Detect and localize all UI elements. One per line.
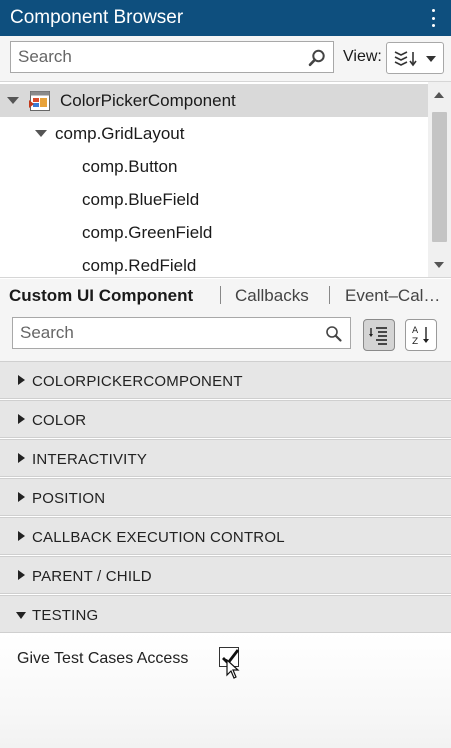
group-by-category-button[interactable] bbox=[363, 319, 395, 351]
kebab-icon[interactable] bbox=[431, 9, 435, 27]
app-component-icon bbox=[29, 91, 50, 111]
mouse-cursor-icon bbox=[226, 659, 240, 679]
expand-arrow-icon bbox=[18, 453, 25, 463]
section-testing[interactable]: TESTING bbox=[0, 595, 451, 633]
property-search-box[interactable] bbox=[12, 317, 351, 349]
give-test-cases-access-label: Give Test Cases Access bbox=[17, 650, 189, 667]
section-interactivity[interactable]: INTERACTIVITY bbox=[0, 439, 451, 477]
panel-title: Component Browser bbox=[10, 7, 184, 28]
section-label: TESTING bbox=[32, 607, 99, 624]
expand-triangle-icon[interactable] bbox=[35, 130, 47, 137]
property-search-input[interactable] bbox=[13, 318, 350, 348]
tree-item-greenfield[interactable]: comp.GreenField bbox=[0, 216, 428, 249]
expand-arrow-icon bbox=[18, 531, 25, 541]
tree-item-button[interactable]: comp.Button bbox=[0, 150, 428, 183]
svg-text:Z: Z bbox=[412, 337, 418, 346]
section-label: CALLBACK EXECUTION CONTROL bbox=[32, 529, 285, 546]
tree-item-label: comp.GridLayout bbox=[55, 124, 185, 143]
tree-item-colorpickercomponent[interactable]: ColorPickerComponent bbox=[0, 84, 428, 117]
tab-callbacks[interactable]: Callbacks bbox=[235, 286, 309, 306]
tree-item-label: ColorPickerComponent bbox=[60, 91, 236, 110]
tab-custom-ui-component[interactable]: Custom UI Component bbox=[9, 286, 193, 306]
view-label: View: bbox=[343, 48, 382, 65]
testing-section-content: Give Test Cases Access bbox=[0, 633, 451, 748]
scrollbar-thumb[interactable] bbox=[432, 112, 447, 242]
tree-item-label: comp.RedField bbox=[82, 256, 197, 275]
tab-event-callbacks[interactable]: Event–Cal… bbox=[345, 286, 440, 306]
tree-item-redfield[interactable]: comp.RedField bbox=[0, 249, 428, 277]
category-list-icon bbox=[369, 327, 387, 345]
tree-search-input[interactable] bbox=[11, 42, 333, 72]
section-callback-execution-control[interactable]: CALLBACK EXECUTION CONTROL bbox=[0, 517, 451, 555]
expand-arrow-icon bbox=[18, 375, 25, 385]
svg-text:A: A bbox=[412, 326, 419, 336]
tree-item-label: comp.BlueField bbox=[82, 190, 200, 209]
section-label: PARENT / CHILD bbox=[32, 568, 152, 585]
expand-arrow-icon bbox=[18, 570, 25, 580]
tree-scrollbar[interactable] bbox=[428, 82, 451, 277]
section-parent-child[interactable]: PARENT / CHILD bbox=[0, 556, 451, 594]
inspector-tabs: Custom UI Component Callbacks Event–Cal… bbox=[0, 279, 451, 311]
search-icon[interactable] bbox=[325, 325, 343, 343]
tree-item-bluefield[interactable]: comp.BlueField bbox=[0, 183, 428, 216]
section-colorpickercomponent[interactable]: COLORPICKERCOMPONENT bbox=[0, 361, 451, 399]
expand-arrow-icon bbox=[18, 492, 25, 502]
section-label: COLOR bbox=[32, 412, 87, 429]
panel-titlebar: Component Browser bbox=[0, 0, 451, 36]
expand-triangle-icon[interactable] bbox=[7, 97, 19, 104]
tab-separator bbox=[220, 286, 221, 304]
tree-item-label: comp.Button bbox=[82, 157, 178, 176]
view-dropdown-button[interactable] bbox=[386, 42, 444, 74]
tree-item-gridlayout[interactable]: comp.GridLayout bbox=[0, 117, 428, 150]
section-label: POSITION bbox=[32, 490, 106, 507]
section-position[interactable]: POSITION bbox=[0, 478, 451, 516]
tree-search-box[interactable] bbox=[10, 41, 334, 73]
component-tree: ColorPickerComponent comp.GridLayout com… bbox=[0, 82, 451, 278]
sort-alphabetical-button[interactable]: A Z bbox=[405, 319, 437, 351]
section-label: INTERACTIVITY bbox=[32, 451, 148, 468]
chevron-down-icon bbox=[426, 56, 436, 62]
browser-toolbar: View: bbox=[0, 36, 451, 82]
scroll-up-icon[interactable] bbox=[434, 92, 444, 98]
tab-separator bbox=[329, 286, 330, 304]
hierarchy-view-icon bbox=[394, 51, 417, 67]
search-icon[interactable] bbox=[308, 49, 326, 67]
inspector-toolbar: A Z bbox=[0, 311, 451, 362]
section-label: COLORPICKERCOMPONENT bbox=[32, 373, 243, 390]
sort-az-icon: A Z bbox=[412, 326, 429, 346]
expand-arrow-icon bbox=[18, 414, 25, 424]
tree-item-label: comp.GreenField bbox=[82, 223, 213, 242]
section-color[interactable]: COLOR bbox=[0, 400, 451, 438]
collapse-arrow-icon bbox=[16, 612, 26, 619]
scroll-down-icon[interactable] bbox=[434, 262, 444, 268]
